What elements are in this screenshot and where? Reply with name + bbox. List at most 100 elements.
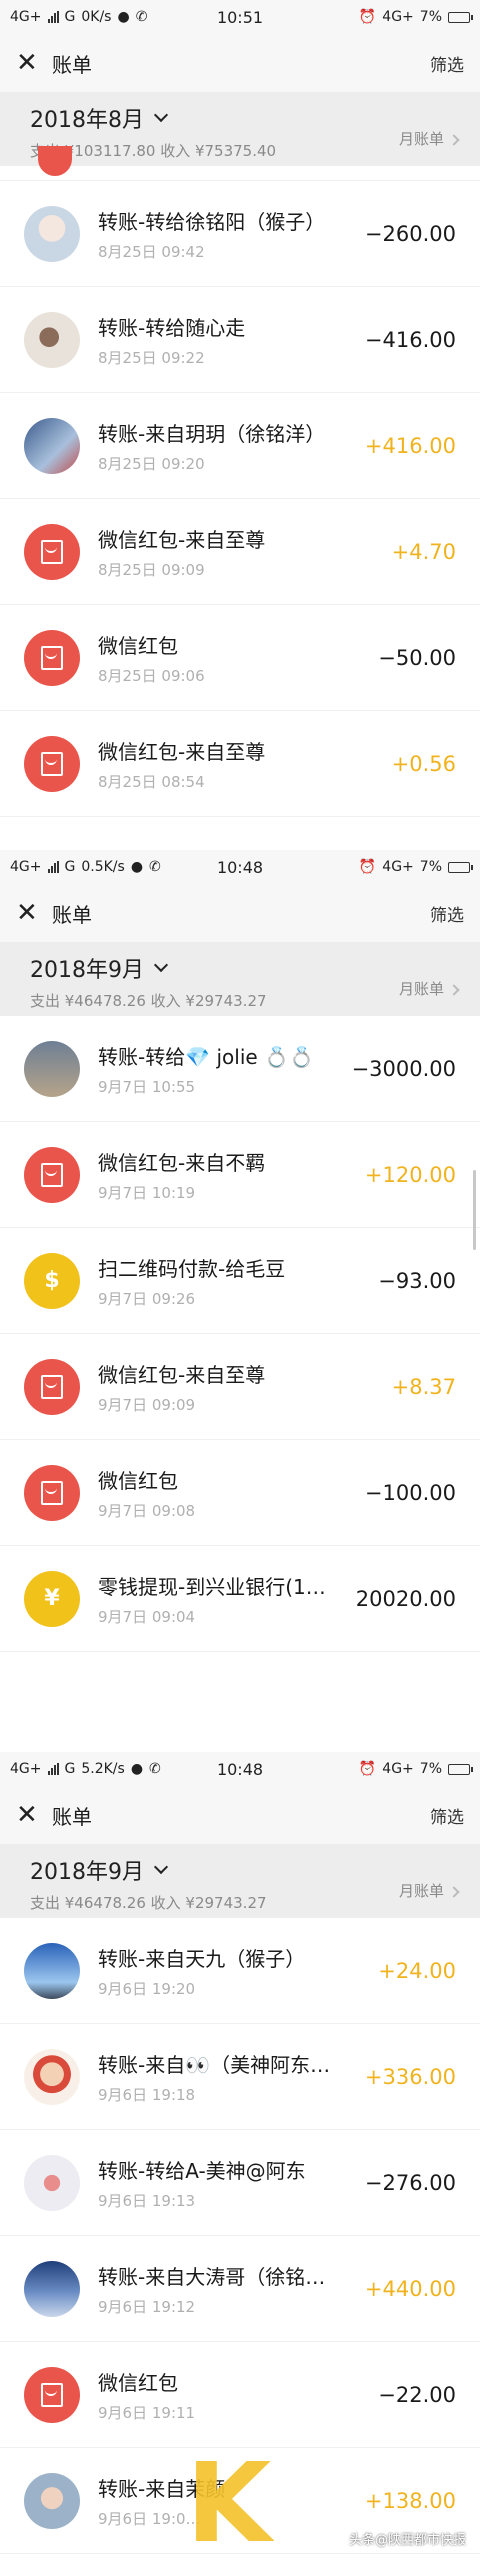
phone-icon: ✆	[149, 1761, 161, 1777]
close-icon[interactable]: ✕	[16, 48, 46, 78]
transaction-row[interactable]: 微信红包-来自至尊 8月25日 09:09 +4.70	[0, 499, 480, 605]
partial-row	[0, 146, 480, 181]
transaction-amount: −416.00	[364, 327, 456, 352]
transaction-row[interactable]: 转账-转给A-美神@阿东 9月6日 19:13 −276.00	[0, 2130, 480, 2236]
network-type-label: 4G+	[10, 9, 42, 25]
transaction-time: 8月25日 09:20	[98, 454, 205, 473]
transaction-row[interactable]: 微信红包 9月7日 09:08 −100.00	[0, 1440, 480, 1546]
envelope-icon	[41, 539, 63, 564]
phone-icon: ✆	[149, 859, 161, 875]
month-selector[interactable]: 2018年8月	[30, 102, 169, 134]
transaction-row[interactable]: 微信红包-来自至尊 8月25日 08:54 +0.56	[0, 711, 480, 817]
transaction-row[interactable]: 转账-来自天九（猴子） 9月6日 19:20 +24.00	[0, 1918, 480, 2024]
transaction-row[interactable]: 微信红包 9月6日 19:11 −22.00	[0, 2342, 480, 2448]
transaction-amount: −100.00	[364, 1480, 456, 1505]
battery-percent: 7%	[419, 859, 442, 875]
filter-button[interactable]: 筛选	[430, 901, 464, 926]
filter-button[interactable]: 筛选	[430, 51, 464, 76]
transaction-title: 转账-来自玥玥（徐铭洋）	[98, 421, 326, 446]
transaction-list: 转账-转给徐铭阳（猴子） 8月25日 09:42 −260.00 转账-转给随心走 8月…	[0, 181, 480, 817]
transaction-row[interactable]: ¥ 零钱提现-到兴业银行(1… 9月7日 09:04 20020.00	[0, 1546, 480, 1652]
status-bar: 4G+ G 0K/s ● ✆ 10:51 ⏰ 4G+ 7%	[0, 0, 480, 34]
envelope-icon	[41, 1480, 63, 1505]
transaction-title: 转账-来自天九（猴子）	[98, 1946, 306, 1971]
envelope-icon	[41, 1162, 63, 1187]
month-selector[interactable]: 2018年9月	[30, 952, 169, 984]
transaction-title: 转账-转给徐铭阳（猴子）	[98, 209, 326, 234]
chevron-right-icon	[448, 134, 460, 146]
filter-button[interactable]: 筛选	[430, 1803, 464, 1828]
transaction-time: 9月7日 10:19	[98, 1183, 196, 1202]
transaction-row[interactable]: 微信红包-来自不羁 9月7日 10:19 +120.00	[0, 1122, 480, 1228]
title-bar: ✕ 账单 筛选	[0, 34, 480, 92]
transaction-row[interactable]: 转账-转给💎 jolie 💍💍 9月7日 10:55 −3000.00	[0, 1016, 480, 1122]
month-summary: 2018年9月 支出 ¥46478.26 收入 ¥29743.27 月账单	[0, 942, 480, 1016]
transaction-text: 微信红包-来自至尊 8月25日 08:54	[98, 736, 384, 792]
transaction-row[interactable]: $ 扫二维码付款-给毛豆 9月7日 09:26 −93.00	[0, 1228, 480, 1334]
chat-icon: ●	[130, 1761, 144, 1777]
battery-icon	[448, 11, 473, 23]
transaction-amount: +4.70	[391, 539, 456, 564]
close-icon[interactable]: ✕	[16, 1800, 46, 1830]
transaction-row[interactable]: 微信红包 8月25日 09:06 −50.00	[0, 605, 480, 711]
avatar	[24, 2260, 80, 2317]
transaction-title: 转账-转给💎 jolie 💍💍	[98, 1044, 314, 1069]
page-title: 账单	[52, 52, 92, 77]
transaction-time: 9月6日 19:13	[98, 2191, 196, 2210]
signal-icon	[47, 861, 59, 873]
watermark-text: 头条@陕西都市快报	[348, 2533, 466, 2548]
battery-icon	[448, 1763, 473, 1775]
transaction-time: 9月6日 19:18	[98, 2085, 196, 2104]
transaction-amount: +440.00	[364, 2276, 456, 2301]
transaction-row[interactable]: 转账-转给徐铭阳（猴子） 8月25日 09:42 −260.00	[0, 181, 480, 287]
transaction-row[interactable]: 转账-来自👀（美神阿东… 9月6日 19:18 +336.00	[0, 2024, 480, 2130]
transaction-title: 微信红包	[98, 1468, 178, 1493]
avatar	[24, 311, 80, 368]
close-icon[interactable]: ✕	[16, 898, 46, 928]
transaction-title: 微信红包-来自至尊	[98, 1362, 266, 1387]
transaction-text: 转账-来自玥玥（徐铭洋） 8月25日 09:20	[98, 418, 357, 474]
title-bar: ✕ 账单 筛选	[0, 1786, 480, 1844]
clock: 10:48	[216, 857, 264, 877]
scrollbar[interactable]	[473, 1170, 476, 1250]
month-totals: 支出 ¥46478.26 收入 ¥29743.27	[30, 992, 267, 1010]
transaction-row[interactable]: 转账-来自玥玥（徐铭洋） 8月25日 09:20 +416.00	[0, 393, 480, 499]
page-title: 账单	[52, 902, 92, 927]
transaction-text: 转账-来自天九（猴子） 9月6日 19:20	[98, 1943, 370, 1999]
chevron-right-icon	[448, 1886, 460, 1898]
alarm-icon: ⏰	[358, 1761, 377, 1777]
envelope-icon	[41, 1374, 63, 1399]
network-type-label-2: G	[64, 859, 76, 875]
transaction-text: 微信红包 9月6日 19:11	[98, 2367, 370, 2423]
transaction-amount: +120.00	[364, 1162, 456, 1187]
month-label: 2018年9月	[30, 1860, 144, 1885]
monthly-bill-link[interactable]: 月账单	[399, 978, 460, 999]
transaction-row[interactable]: 微信红包-来自至尊 9月7日 09:09 +8.37	[0, 1334, 480, 1440]
transaction-title: 微信红包	[98, 2370, 178, 2395]
monthly-bill-link[interactable]: 月账单	[399, 128, 460, 149]
monthly-bill-link[interactable]: 月账单	[399, 1880, 460, 1901]
network-type-label-2: G	[64, 1761, 76, 1777]
transaction-amount: −22.00	[378, 2382, 456, 2407]
network-type-label: 4G+	[10, 1761, 42, 1777]
transaction-title: 微信红包-来自不羁	[98, 1150, 266, 1175]
avatar	[24, 1942, 80, 1999]
transaction-row[interactable]: 转账-转给随心走 8月25日 09:22 −416.00	[0, 287, 480, 393]
envelope-icon	[41, 2382, 63, 2407]
month-summary: 2018年9月 支出 ¥46478.26 收入 ¥29743.27 月账单	[0, 1844, 480, 1918]
battery-percent: 7%	[419, 9, 442, 25]
transaction-text: 微信红包 9月7日 09:08	[98, 1465, 357, 1521]
clock: 10:48	[216, 1759, 264, 1779]
transaction-title: 扫二维码付款-给毛豆	[98, 1256, 286, 1281]
transaction-amount: −93.00	[378, 1268, 456, 1293]
red-packet-icon	[24, 735, 80, 792]
transaction-row[interactable]: 转账-来自大涛哥（徐铭… 9月6日 19:12 +440.00	[0, 2236, 480, 2342]
transaction-title: 转账-转给A-美神@阿东	[98, 2158, 306, 2183]
transaction-text: 微信红包 8月25日 09:06	[98, 630, 370, 686]
transaction-time: 9月7日 09:09	[98, 1395, 196, 1414]
avatar	[24, 2154, 80, 2211]
clock: 10:51	[216, 7, 264, 27]
month-label: 2018年8月	[30, 108, 144, 133]
month-selector[interactable]: 2018年9月	[30, 1854, 169, 1886]
red-packet-icon	[24, 1464, 80, 1521]
